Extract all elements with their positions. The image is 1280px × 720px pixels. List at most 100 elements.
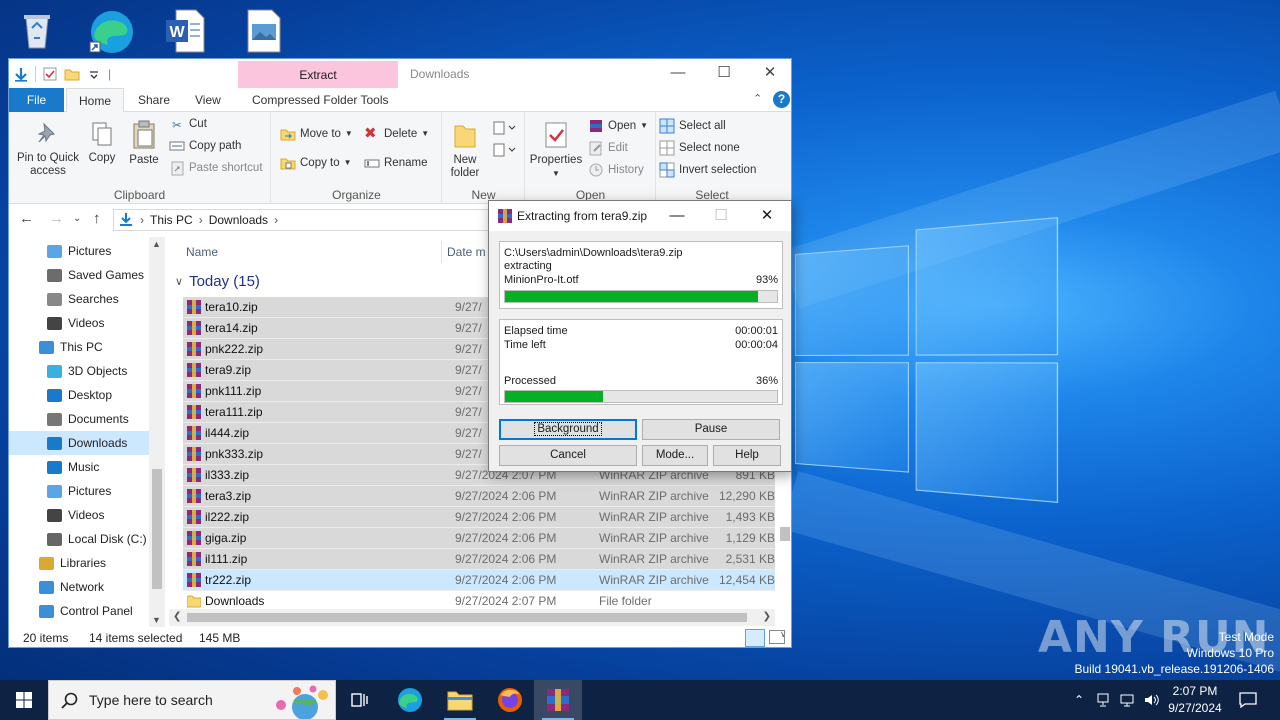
scroll-left-icon[interactable]: ❮	[173, 611, 181, 622]
select-all-button[interactable]: Select all	[659, 116, 726, 136]
volume-icon[interactable]	[1140, 680, 1162, 720]
new-folder-icon[interactable]	[64, 66, 80, 82]
cut-button[interactable]: ✂ Cut	[169, 114, 207, 134]
sidebar-item[interactable]: Libraries	[9, 551, 149, 575]
taskbar-edge-button[interactable]	[386, 680, 434, 720]
properties-button[interactable]: Properties ▼	[528, 120, 584, 180]
taskbar-firefox-button[interactable]	[486, 680, 534, 720]
minimize-button[interactable]: —	[655, 59, 701, 87]
tab-view[interactable]: View	[183, 88, 233, 112]
background-button[interactable]: Background	[499, 419, 637, 440]
start-button[interactable]	[0, 680, 48, 720]
horizontal-scrollbar-thumb[interactable]	[187, 613, 747, 622]
taskbar-clock[interactable]: 2:07 PM 9/27/2024	[1160, 683, 1230, 717]
open-button[interactable]: Open ▼	[588, 116, 648, 136]
properties-check-icon[interactable]	[42, 66, 58, 82]
sidebar-item[interactable]: Network	[9, 575, 149, 599]
sidebar-item[interactable]: Videos	[9, 311, 149, 335]
table-row[interactable]: tr222.zip 9/27/2024 2:06 PM WinRAR ZIP arc…	[183, 570, 775, 591]
history-button[interactable]: History	[588, 160, 644, 180]
breadcrumb-downloads[interactable]: Downloads	[209, 213, 268, 227]
table-row[interactable]: il222.zip 9/27/2024 2:06 PM WinRAR ZIP arc…	[183, 507, 775, 528]
paste-shortcut-button[interactable]: Paste shortcut	[169, 158, 263, 178]
customize-dropdown-icon[interactable]	[86, 66, 102, 82]
new-item-icon[interactable]	[493, 120, 517, 139]
dialog-close-button[interactable]: ✕	[745, 201, 789, 231]
sidebar-item[interactable]: Music	[9, 455, 149, 479]
copy-path-button[interactable]: Copy path	[169, 136, 241, 156]
up-arrow-icon[interactable]: ↑	[93, 210, 101, 227]
edit-button[interactable]: Edit	[588, 138, 628, 158]
forward-arrow-icon[interactable]: →	[49, 210, 64, 227]
help-icon[interactable]: ?	[773, 91, 790, 108]
group-header-today[interactable]: ∨ Today (15)	[175, 273, 260, 290]
pause-button[interactable]: Pause	[642, 419, 780, 440]
down-arrow-icon[interactable]	[13, 66, 29, 82]
dialog-maximize-button[interactable]: ☐	[699, 201, 743, 231]
sidebar-item[interactable]: Downloads	[9, 431, 149, 455]
table-row[interactable]: tera3.zip 9/27/2024 2:06 PM WinRAR ZIP arc…	[183, 486, 775, 507]
column-header-name[interactable]: Name	[186, 237, 218, 267]
nav-scrollbar[interactable]: ▲ ▼	[149, 237, 165, 627]
invert-selection-button[interactable]: Invert selection	[659, 160, 756, 180]
recent-locations-icon[interactable]: ⌄	[73, 213, 81, 224]
move-to-button[interactable]: Move to ▼	[280, 124, 353, 144]
edge-shortcut-icon[interactable]	[86, 6, 136, 56]
maximize-button[interactable]: ☐	[701, 59, 747, 87]
sidebar-item[interactable]: Documents	[9, 407, 149, 431]
tab-file[interactable]: File	[9, 88, 64, 112]
show-hidden-icons-button[interactable]: ⌃	[1068, 680, 1090, 720]
horizontal-scrollbar[interactable]: ❮ ❯	[169, 609, 775, 626]
easy-access-icon[interactable]	[493, 142, 517, 161]
ethernet-icon[interactable]	[1116, 680, 1138, 720]
new-folder-button[interactable]: New folder	[447, 120, 483, 180]
address-box[interactable]: › This PC › Downloads ›	[113, 209, 503, 231]
scroll-down-icon[interactable]: ▼	[152, 615, 161, 625]
sidebar-item[interactable]: Saved Games	[9, 263, 149, 287]
tab-home[interactable]: Home	[66, 88, 124, 113]
sidebar-item[interactable]: Pictures	[9, 239, 149, 263]
word-document-icon[interactable]: W	[162, 6, 212, 56]
extract-context-tab[interactable]: Extract	[238, 61, 398, 89]
copy-button[interactable]: Copy	[85, 120, 119, 165]
sidebar-item[interactable]: Control Panel	[9, 599, 149, 623]
task-view-button[interactable]	[336, 680, 384, 720]
details-view-icon[interactable]	[745, 629, 765, 647]
breadcrumb-this-pc[interactable]: This PC	[150, 213, 193, 227]
mode-button[interactable]: Mode...	[642, 445, 708, 466]
large-icons-view-icon[interactable]	[769, 630, 785, 644]
dialog-minimize-button[interactable]: —	[655, 201, 699, 231]
recycle-bin-icon[interactable]	[12, 6, 62, 56]
table-row[interactable]: giga.zip 9/27/2024 2:06 PM WinRAR ZIP arch…	[183, 528, 775, 549]
copy-to-button[interactable]: Copy to ▼	[280, 153, 352, 173]
taskbar-search-box[interactable]: Type here to search	[48, 680, 336, 720]
taskbar-file-explorer-button[interactable]	[436, 680, 484, 720]
tab-compressed-folder-tools[interactable]: Compressed Folder Tools	[240, 88, 401, 112]
scroll-up-icon[interactable]: ▲	[152, 239, 161, 249]
sidebar-item[interactable]: Local Disk (C:)	[9, 527, 149, 551]
list-scrollbar-thumb[interactable]	[780, 527, 790, 541]
table-row[interactable]: il111.zip 9/27/2024 2:06 PM WinRAR ZIP arc…	[183, 549, 775, 570]
tab-share[interactable]: Share	[126, 88, 182, 112]
pin-quick-access-button[interactable]: Pin to Quick access	[13, 120, 83, 178]
select-none-button[interactable]: Select none	[659, 138, 740, 158]
collapse-ribbon-icon[interactable]: ⌃	[753, 92, 762, 105]
sidebar-item[interactable]: This PC	[9, 335, 149, 359]
sidebar-item[interactable]: Videos	[9, 503, 149, 527]
network-status-icon[interactable]	[1092, 680, 1114, 720]
nav-scrollbar-thumb[interactable]	[152, 469, 162, 589]
delete-button[interactable]: ✖ Delete ▼	[364, 124, 429, 144]
sidebar-item[interactable]: Desktop	[9, 383, 149, 407]
sidebar-item[interactable]: Searches	[9, 287, 149, 311]
paste-button[interactable]: Paste	[125, 120, 163, 167]
notifications-icon[interactable]	[1236, 680, 1260, 720]
sidebar-item[interactable]: 3D Objects	[9, 359, 149, 383]
rename-button[interactable]: Rename	[364, 153, 427, 173]
back-arrow-icon[interactable]: ←	[19, 210, 34, 227]
sidebar-item[interactable]: Pictures	[9, 479, 149, 503]
list-scrollbar[interactable]: ∨	[779, 517, 791, 617]
column-header-date[interactable]: Date m	[447, 237, 486, 267]
taskbar-winrar-button[interactable]	[534, 680, 582, 720]
scroll-right-icon[interactable]: ❯	[763, 611, 771, 622]
image-file-icon[interactable]	[238, 6, 288, 56]
